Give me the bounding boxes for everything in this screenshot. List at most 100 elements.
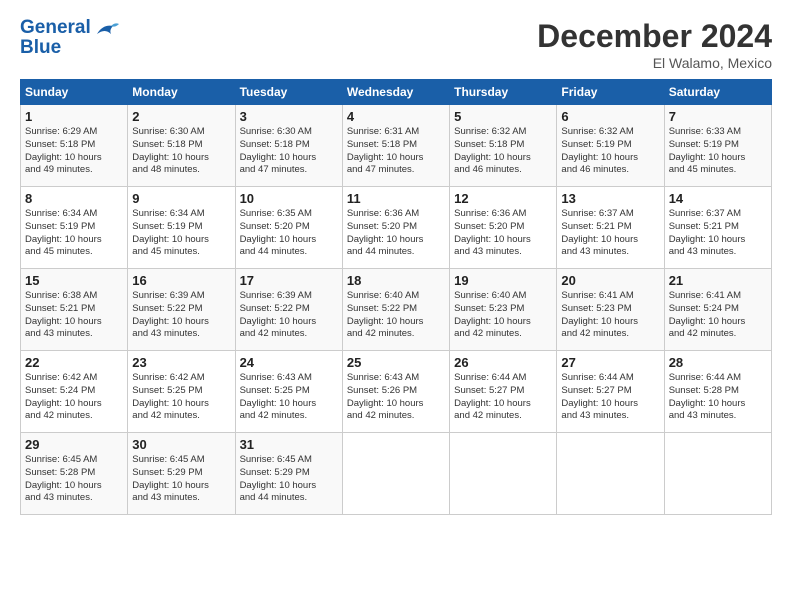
location-subtitle: El Walamo, Mexico [537,55,772,71]
calendar-cell: 28 Sunrise: 6:44 AMSunset: 5:28 PMDayligh… [664,351,771,433]
day-number: 20 [561,273,659,288]
calendar-cell: 22 Sunrise: 6:42 AMSunset: 5:24 PMDayligh… [21,351,128,433]
day-info: Sunrise: 6:32 AMSunset: 5:18 PMDaylight:… [454,126,552,177]
day-info: Sunrise: 6:29 AMSunset: 5:18 PMDaylight:… [25,126,123,177]
calendar-cell: 8 Sunrise: 6:34 AMSunset: 5:19 PMDaylight… [21,187,128,269]
month-title: December 2024 [537,18,772,55]
day-number: 31 [240,437,338,452]
calendar-cell: 25Sunrise: 6:43 AMSunset: 5:26 PMDayligh… [342,351,449,433]
calendar-cell: 11 Sunrise: 6:36 AMSunset: 5:20 PMDayligh… [342,187,449,269]
day-info: Sunrise: 6:40 AMSunset: 5:23 PMDaylight:… [454,290,552,341]
day-info: Sunrise: 6:41 AMSunset: 5:23 PMDaylight:… [561,290,659,341]
day-info: Sunrise: 6:30 AMSunset: 5:18 PMDaylight:… [132,126,230,177]
logo-blue: Blue [20,37,61,58]
calendar-cell [557,433,664,515]
day-info: Sunrise: 6:45 AMSunset: 5:28 PMDaylight:… [25,454,123,505]
calendar-cell: 24 Sunrise: 6:43 AMSunset: 5:25 PMDayligh… [235,351,342,433]
calendar-cell: 5 Sunrise: 6:32 AMSunset: 5:18 PMDaylight… [450,105,557,187]
calendar-week-4: 22 Sunrise: 6:42 AMSunset: 5:24 PMDayligh… [21,351,772,433]
calendar-cell: 27 Sunrise: 6:44 AMSunset: 5:27 PMDayligh… [557,351,664,433]
calendar-cell: 17Sunrise: 6:39 AMSunset: 5:22 PMDayligh… [235,269,342,351]
day-number: 3 [240,109,338,124]
day-info: Sunrise: 6:42 AMSunset: 5:25 PMDaylight:… [132,372,230,423]
calendar-week-2: 8 Sunrise: 6:34 AMSunset: 5:19 PMDaylight… [21,187,772,269]
page: General Blue December 2024 El Walamo, Me… [0,0,792,612]
day-info: Sunrise: 6:40 AMSunset: 5:22 PMDaylight:… [347,290,445,341]
day-info: Sunrise: 6:42 AMSunset: 5:24 PMDaylight:… [25,372,123,423]
day-number: 11 [347,191,445,206]
day-info: Sunrise: 6:44 AMSunset: 5:27 PMDaylight:… [454,372,552,423]
calendar-cell: 1Sunrise: 6:29 AMSunset: 5:18 PMDaylight… [21,105,128,187]
weekday-header-sunday: Sunday [21,80,128,105]
day-info: Sunrise: 6:45 AMSunset: 5:29 PMDaylight:… [240,454,338,505]
day-number: 6 [561,109,659,124]
day-number: 25 [347,355,445,370]
title-block: December 2024 El Walamo, Mexico [537,18,772,71]
day-info: Sunrise: 6:36 AMSunset: 5:20 PMDaylight:… [454,208,552,259]
day-info: Sunrise: 6:32 AMSunset: 5:19 PMDaylight:… [561,126,659,177]
day-info: Sunrise: 6:34 AMSunset: 5:19 PMDaylight:… [25,208,123,259]
calendar-cell: 6 Sunrise: 6:32 AMSunset: 5:19 PMDaylight… [557,105,664,187]
day-info: Sunrise: 6:30 AMSunset: 5:18 PMDaylight:… [240,126,338,177]
calendar-cell: 30Sunrise: 6:45 AMSunset: 5:29 PMDayligh… [128,433,235,515]
day-info: Sunrise: 6:33 AMSunset: 5:19 PMDaylight:… [669,126,767,177]
day-number: 2 [132,109,230,124]
calendar-week-3: 15 Sunrise: 6:38 AMSunset: 5:21 PMDayligh… [21,269,772,351]
day-number: 13 [561,191,659,206]
calendar-cell: 7 Sunrise: 6:33 AMSunset: 5:19 PMDaylight… [664,105,771,187]
day-info: Sunrise: 6:39 AMSunset: 5:22 PMDaylight:… [132,290,230,341]
day-number: 15 [25,273,123,288]
calendar-week-1: 1Sunrise: 6:29 AMSunset: 5:18 PMDaylight… [21,105,772,187]
calendar-cell: 3 Sunrise: 6:30 AMSunset: 5:18 PMDaylight… [235,105,342,187]
day-info: Sunrise: 6:44 AMSunset: 5:28 PMDaylight:… [669,372,767,423]
day-number: 19 [454,273,552,288]
calendar-cell: 9 Sunrise: 6:34 AMSunset: 5:19 PMDaylight… [128,187,235,269]
calendar-cell [450,433,557,515]
day-number: 22 [25,355,123,370]
day-info: Sunrise: 6:37 AMSunset: 5:21 PMDaylight:… [561,208,659,259]
calendar-cell: 14Sunrise: 6:37 AMSunset: 5:21 PMDayligh… [664,187,771,269]
day-number: 16 [132,273,230,288]
calendar-cell: 26 Sunrise: 6:44 AMSunset: 5:27 PMDayligh… [450,351,557,433]
day-number: 24 [240,355,338,370]
day-number: 27 [561,355,659,370]
day-number: 9 [132,191,230,206]
calendar-cell: 23 Sunrise: 6:42 AMSunset: 5:25 PMDayligh… [128,351,235,433]
calendar-cell: 16 Sunrise: 6:39 AMSunset: 5:22 PMDayligh… [128,269,235,351]
day-number: 7 [669,109,767,124]
weekday-header-wednesday: Wednesday [342,80,449,105]
weekday-header-thursday: Thursday [450,80,557,105]
day-number: 28 [669,355,767,370]
day-info: Sunrise: 6:35 AMSunset: 5:20 PMDaylight:… [240,208,338,259]
day-info: Sunrise: 6:34 AMSunset: 5:19 PMDaylight:… [132,208,230,259]
calendar-cell: 19 Sunrise: 6:40 AMSunset: 5:23 PMDayligh… [450,269,557,351]
logo-bird-icon [93,20,119,42]
day-number: 5 [454,109,552,124]
day-number: 29 [25,437,123,452]
calendar-cell: 15 Sunrise: 6:38 AMSunset: 5:21 PMDayligh… [21,269,128,351]
day-number: 18 [347,273,445,288]
day-info: Sunrise: 6:36 AMSunset: 5:20 PMDaylight:… [347,208,445,259]
calendar-table: SundayMondayTuesdayWednesdayThursdayFrid… [20,79,772,515]
calendar-cell: 12 Sunrise: 6:36 AMSunset: 5:20 PMDayligh… [450,187,557,269]
calendar-week-5: 29 Sunrise: 6:45 AMSunset: 5:28 PMDayligh… [21,433,772,515]
calendar-cell: 4Sunrise: 6:31 AMSunset: 5:18 PMDaylight… [342,105,449,187]
day-number: 30 [132,437,230,452]
weekday-header-tuesday: Tuesday [235,80,342,105]
day-number: 10 [240,191,338,206]
day-info: Sunrise: 6:38 AMSunset: 5:21 PMDaylight:… [25,290,123,341]
day-number: 26 [454,355,552,370]
weekday-header-saturday: Saturday [664,80,771,105]
day-number: 12 [454,191,552,206]
day-info: Sunrise: 6:44 AMSunset: 5:27 PMDaylight:… [561,372,659,423]
day-info: Sunrise: 6:37 AMSunset: 5:21 PMDaylight:… [669,208,767,259]
calendar-cell: 2 Sunrise: 6:30 AMSunset: 5:18 PMDaylight… [128,105,235,187]
weekday-header-friday: Friday [557,80,664,105]
calendar-cell: 31 Sunrise: 6:45 AMSunset: 5:29 PMDayligh… [235,433,342,515]
calendar-cell: 29 Sunrise: 6:45 AMSunset: 5:28 PMDayligh… [21,433,128,515]
day-info: Sunrise: 6:43 AMSunset: 5:25 PMDaylight:… [240,372,338,423]
day-number: 8 [25,191,123,206]
day-info: Sunrise: 6:39 AMSunset: 5:22 PMDaylight:… [240,290,338,341]
day-number: 23 [132,355,230,370]
day-number: 21 [669,273,767,288]
